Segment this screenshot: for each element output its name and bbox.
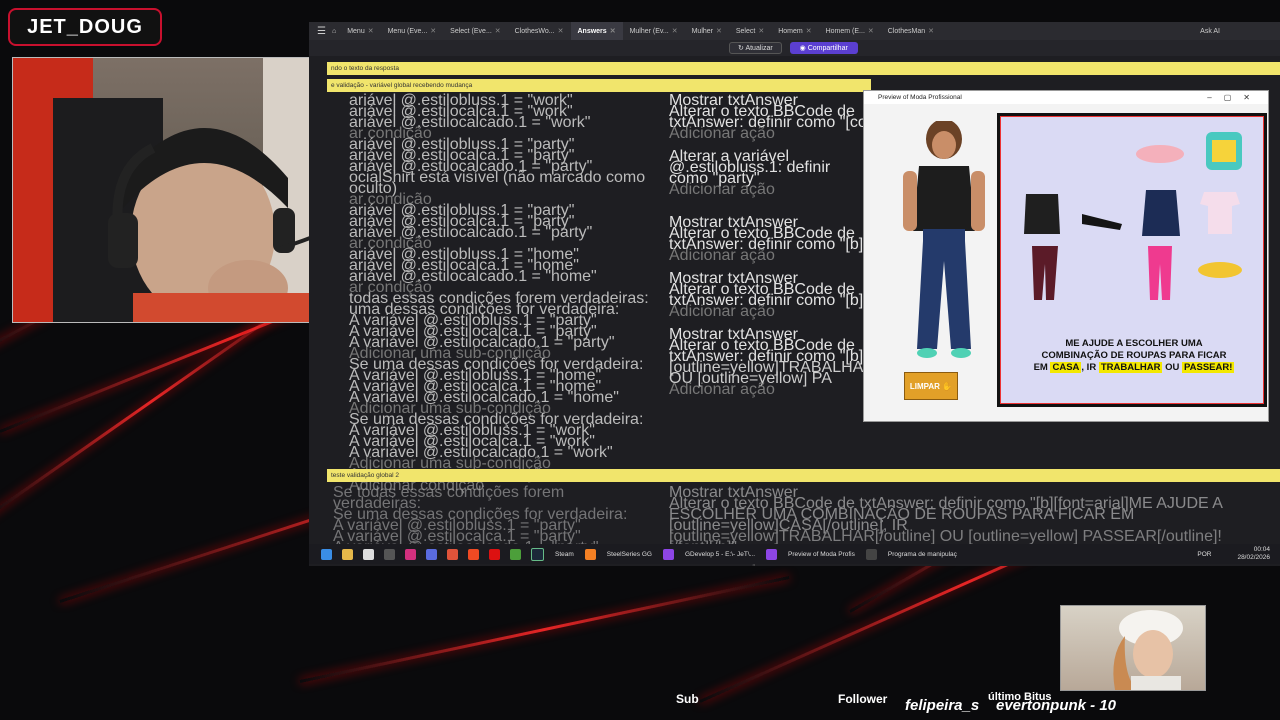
follower-label: Follower	[838, 692, 888, 706]
taskbar-gdevelop[interactable]: GDevelop 5 - E:\- JeT\...	[685, 551, 755, 558]
app-icon[interactable]	[384, 548, 395, 560]
streamer-webcam	[12, 57, 350, 323]
app-icon[interactable]	[865, 548, 877, 560]
actions-column: Mostrar txtAnswer Alterar o texto BBCode …	[669, 93, 935, 398]
event-comment-bar[interactable]: teste validação global 2	[327, 469, 1280, 482]
window-controls[interactable]: –▢✕	[1207, 93, 1262, 102]
app-icon[interactable]	[447, 548, 458, 560]
instagram-icon[interactable]	[405, 548, 416, 560]
close-icon[interactable]: ✕	[758, 27, 764, 35]
clock[interactable]: 00:04 28/02/2026	[1237, 546, 1270, 562]
taskbar-preview[interactable]: Preview of Moda Profis	[788, 551, 855, 558]
close-icon[interactable]: ✕	[610, 27, 616, 35]
share-button[interactable]: ◉ Compartilhar	[789, 42, 858, 54]
follower-name: felipeira_s	[905, 697, 980, 714]
black-heels-item	[1082, 214, 1122, 230]
preview-title-bar: Preview of Moda Profissional –▢✕	[864, 91, 1268, 104]
tab-clotheswoman[interactable]: ClothesWo... ✕	[508, 22, 571, 40]
tab-homem[interactable]: Homem ✕	[771, 22, 818, 40]
preview-window: Preview of Moda Profissional –▢✕ LIMPAR …	[863, 90, 1269, 422]
black-jacket-item	[1024, 194, 1060, 234]
app-icon[interactable]	[426, 548, 437, 560]
conditions-column: ariável @.estilobluss.1 = "work" ariável …	[349, 93, 669, 494]
guest-webcam-image	[1113, 610, 1183, 690]
tab-mulher-events[interactable]: Mulher (Ev... ✕	[623, 22, 685, 40]
preview-window-title: Preview of Moda Profissional	[878, 94, 962, 101]
language-indicator[interactable]: POR	[1197, 551, 1211, 558]
close-icon[interactable]: ✕	[558, 27, 564, 35]
channel-name: JET_DOUG	[27, 15, 143, 38]
editor-toolbar: ↻ Atualizar ◉ Compartilhar	[309, 40, 1280, 56]
tab-select-events[interactable]: Select (Eve... ✕	[443, 22, 508, 40]
action-row[interactable]: Adicionar ação	[669, 382, 869, 398]
colorful-skirt-item	[1206, 132, 1242, 170]
guest-webcam	[1060, 605, 1206, 691]
event-comment-bar[interactable]: ndo o texto da resposta	[327, 62, 1280, 75]
close-icon[interactable]: ✕	[928, 27, 934, 35]
tab-homem-events[interactable]: Homem (E... ✕	[819, 22, 881, 40]
tab-answers[interactable]: Answers ✕	[570, 22, 623, 40]
webcam-image	[13, 58, 349, 322]
taskbar-steam[interactable]: Steam	[555, 551, 574, 558]
gdevelop-icon[interactable]	[662, 548, 674, 560]
instruction-message: ME AJUDE A ESCOLHER UMA COMBINAÇÃO DE RO…	[1033, 338, 1235, 373]
tab-select[interactable]: Select ✕	[729, 22, 771, 40]
bits-name: evertonpunk - 10	[996, 697, 1117, 714]
opera-icon[interactable]	[489, 548, 500, 560]
tab-mulher[interactable]: Mulher ✕	[685, 22, 729, 40]
burgundy-pants-item	[1032, 246, 1058, 300]
steelseries-icon[interactable]	[584, 548, 596, 560]
tab-menu-events[interactable]: Menu (Eve... ✕	[381, 22, 444, 40]
sub-label: Sub	[676, 692, 699, 706]
chrome-icon[interactable]	[510, 548, 521, 560]
close-icon[interactable]: ✕	[368, 27, 374, 35]
clothing-items-grid	[1024, 132, 1242, 300]
windows-taskbar: Steam SteelSeries GG GDevelop 5 - E:\- J…	[309, 544, 1280, 564]
action-row[interactable]: Adicionar ação	[669, 182, 869, 198]
clothes-panel: ME AJUDE A ESCOLHER UMA COMBINAÇÃO DE RO…	[997, 113, 1267, 407]
taskbar-steelseries[interactable]: SteelSeries GG	[607, 551, 652, 558]
tab-menu[interactable]: Menu ✕	[340, 22, 380, 40]
tab-clothesman[interactable]: ClothesMan ✕	[881, 22, 941, 40]
home-icon[interactable]: ⌂	[332, 28, 336, 35]
close-icon[interactable]: ✕	[430, 27, 436, 35]
brave-icon[interactable]	[468, 548, 479, 560]
channel-name-badge: JET_DOUG	[8, 8, 162, 46]
close-icon[interactable]: ✕	[806, 27, 812, 35]
windows-start-icon[interactable]	[321, 548, 332, 560]
close-icon[interactable]: ✕	[672, 27, 678, 35]
tshirt-item	[1200, 192, 1240, 234]
app-icon[interactable]	[363, 548, 374, 560]
steam-icon[interactable]	[531, 547, 544, 561]
pink-flats-item	[1136, 145, 1184, 163]
taskbar-manipulation-program[interactable]: Programa de manipulaç	[888, 551, 957, 558]
close-icon[interactable]: ✕	[716, 27, 722, 35]
gdevelop-preview-icon[interactable]	[766, 548, 778, 560]
action-row[interactable]: Alterar a variável @.estilobluss.1: defi…	[669, 149, 869, 187]
ask-ai-button[interactable]: Ask AI	[1200, 28, 1220, 35]
action-row[interactable]: Alterar o texto BBCode de txtAnswer: def…	[669, 496, 1249, 534]
close-icon[interactable]: ✕	[495, 27, 501, 35]
yellow-sandals-item	[1198, 262, 1242, 278]
editor-tab-bar: ☰ ⌂ Menu ✕ Menu (Eve... ✕ Select (Eve... ✕ …	[309, 22, 1280, 40]
close-icon[interactable]: ✕	[868, 27, 874, 35]
clear-button[interactable]: LIMPAR ✋	[904, 372, 958, 400]
hamburger-menu-icon[interactable]: ☰	[317, 26, 326, 37]
character-avatar	[903, 121, 985, 358]
event-comment-bar[interactable]: e validação - variável global recebendo …	[327, 79, 871, 92]
update-button[interactable]: ↻ Atualizar	[729, 42, 782, 54]
file-explorer-icon[interactable]	[342, 548, 353, 560]
pink-pants-item	[1148, 246, 1172, 300]
navy-blazer-item	[1142, 190, 1180, 236]
